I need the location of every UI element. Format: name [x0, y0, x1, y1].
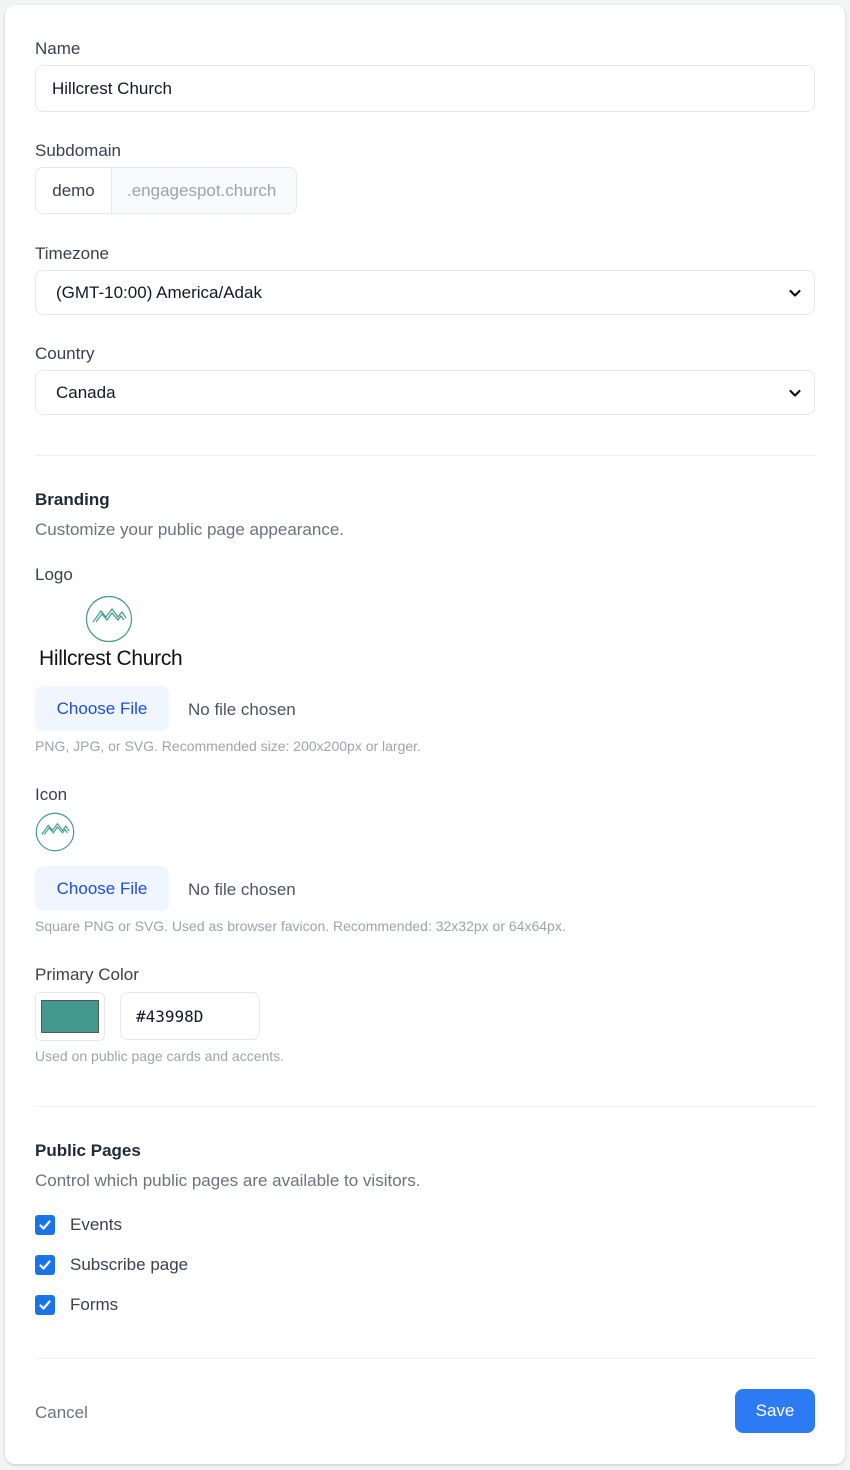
- checkbox-row-forms[interactable]: Forms: [35, 1295, 118, 1315]
- country-select-value: Canada: [56, 382, 116, 402]
- icon-label: Icon: [35, 785, 68, 804]
- check-icon: [39, 1220, 51, 1230]
- primary-color-label: Primary Color: [35, 965, 139, 984]
- chevron-down-icon: [789, 389, 801, 397]
- chevron-down-icon: [789, 289, 801, 297]
- logo-file-status: No file chosen: [188, 700, 296, 719]
- events-label: Events: [70, 1215, 122, 1234]
- mountain-logo-icon: [85, 595, 133, 643]
- color-swatch: [41, 1000, 99, 1033]
- name-input-value: Hillcrest Church: [52, 78, 172, 98]
- timezone-select[interactable]: (GMT-10:00) America/Adak: [35, 270, 815, 315]
- public-pages-title: Public Pages: [35, 1141, 141, 1160]
- country-select[interactable]: Canada: [35, 370, 815, 415]
- color-help-text: Used on public page cards and accents.: [35, 1048, 285, 1064]
- forms-checkbox[interactable]: [35, 1295, 55, 1315]
- logo-preview: Hillcrest Church: [35, 595, 195, 675]
- logo-choose-file-button[interactable]: Choose File: [35, 686, 169, 731]
- check-icon: [39, 1260, 51, 1270]
- divider: [35, 1106, 816, 1107]
- icon-help-text: Square PNG or SVG. Used as browser favic…: [35, 918, 566, 934]
- color-hex-input[interactable]: #43998D: [120, 992, 260, 1040]
- subdomain-suffix: .engagespot.church: [112, 168, 296, 213]
- branding-description: Customize your public page appearance.: [35, 520, 345, 539]
- logo-help-text: PNG, JPG, or SVG. Recommended size: 200x…: [35, 738, 421, 754]
- checkbox-row-subscribe[interactable]: Subscribe page: [35, 1255, 188, 1275]
- subscribe-page-label: Subscribe page: [70, 1255, 189, 1274]
- cancel-button[interactable]: Cancel: [35, 1403, 88, 1423]
- logo-text: Hillcrest Church: [39, 647, 183, 670]
- subdomain-label: Subdomain: [35, 141, 122, 160]
- subscribe-page-checkbox[interactable]: [35, 1255, 55, 1275]
- icon-choose-file-button[interactable]: Choose File: [35, 866, 169, 911]
- divider: [35, 455, 816, 456]
- checkbox-row-events[interactable]: Events: [35, 1215, 122, 1235]
- settings-card: Name Hillcrest Church Subdomain demo .en…: [5, 5, 845, 1464]
- subdomain-input[interactable]: demo: [36, 168, 112, 213]
- branding-title: Branding: [35, 490, 110, 509]
- icon-file-status: No file chosen: [188, 880, 296, 899]
- subdomain-group: demo .engagespot.church: [35, 167, 297, 214]
- save-button[interactable]: Save: [735, 1389, 815, 1433]
- timezone-label: Timezone: [35, 244, 110, 263]
- name-input[interactable]: Hillcrest Church: [35, 65, 815, 112]
- forms-label: Forms: [70, 1295, 119, 1314]
- logo-label: Logo: [35, 565, 73, 584]
- color-hex-value: #43998D: [136, 1006, 204, 1026]
- events-checkbox[interactable]: [35, 1215, 55, 1235]
- divider: [35, 1358, 816, 1359]
- country-label: Country: [35, 344, 95, 363]
- color-picker[interactable]: [35, 992, 105, 1041]
- timezone-select-value: (GMT-10:00) America/Adak: [56, 282, 262, 302]
- public-pages-description: Control which public pages are available…: [35, 1171, 421, 1190]
- mountain-favicon-icon: [35, 812, 75, 852]
- check-icon: [39, 1300, 51, 1310]
- name-label: Name: [35, 39, 81, 58]
